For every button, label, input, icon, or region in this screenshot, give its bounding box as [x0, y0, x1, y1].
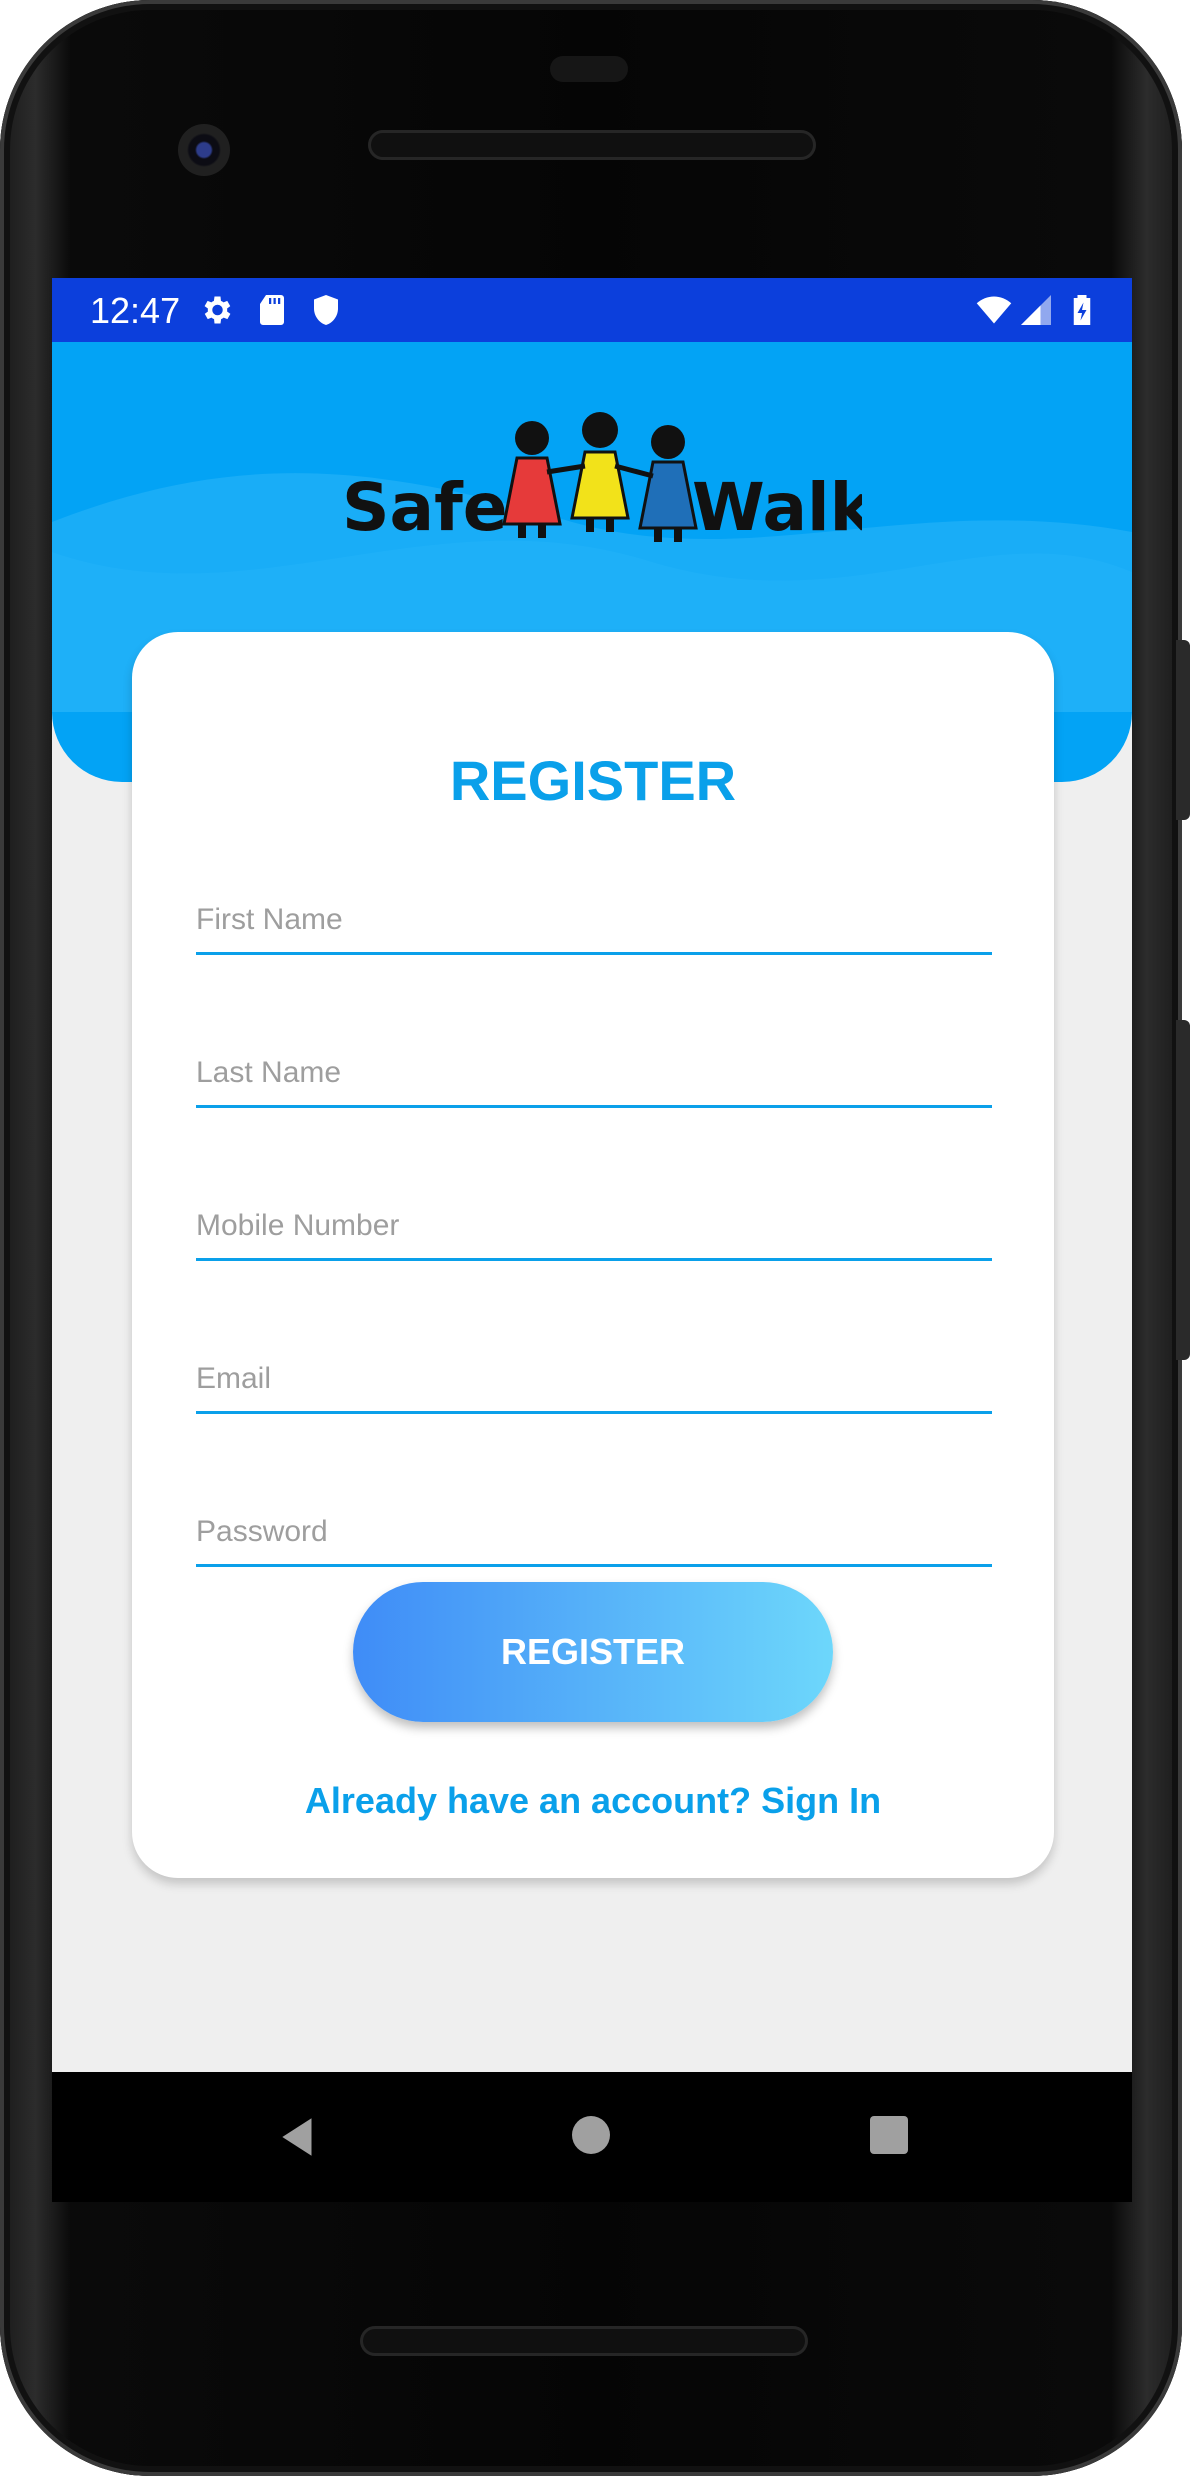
- password-field: [196, 1500, 992, 1570]
- back-icon[interactable]: [274, 2112, 324, 2162]
- sign-in-link[interactable]: Already have an account? Sign In: [132, 1780, 1054, 1822]
- status-bar: 12:47: [52, 278, 1132, 342]
- recents-icon[interactable]: [870, 2116, 908, 2154]
- first-name-field: [196, 888, 992, 958]
- shield-icon: [314, 295, 338, 325]
- app-screen: 12:47 Safe Walk REGISTER First Name Last…: [52, 278, 1132, 2072]
- sensor: [550, 56, 628, 82]
- last-name-field: [196, 1041, 992, 1111]
- battery-charging-icon: [1073, 295, 1091, 325]
- register-button[interactable]: REGISTER: [353, 1582, 833, 1722]
- sd-card-icon: [260, 295, 284, 325]
- safewalk-logo: Safe Walk: [342, 412, 862, 546]
- first-name-input[interactable]: [196, 888, 992, 955]
- email-field: [196, 1347, 992, 1417]
- top-speaker: [368, 130, 816, 160]
- mobile-number-field: [196, 1194, 992, 1264]
- volume-button: [1176, 1020, 1190, 1360]
- password-input[interactable]: [196, 1500, 992, 1567]
- svg-text:Walk: Walk: [692, 469, 862, 546]
- power-button: [1176, 640, 1190, 820]
- email-input[interactable]: [196, 1347, 992, 1414]
- page-title: REGISTER: [449, 749, 737, 812]
- wifi-icon: [976, 296, 1012, 324]
- cell-signal-icon: [1021, 295, 1051, 325]
- navigation-bar: [52, 2072, 1132, 2202]
- front-camera: [178, 124, 230, 176]
- last-name-input[interactable]: [196, 1041, 992, 1108]
- bottom-speaker: [360, 2326, 808, 2356]
- gear-icon: [204, 296, 231, 324]
- mobile-number-input[interactable]: [196, 1194, 992, 1261]
- svg-text:Safe: Safe: [342, 469, 508, 546]
- home-icon[interactable]: [572, 2116, 610, 2154]
- status-time: 12:47: [90, 290, 181, 331]
- phone-frame: 12:47 Safe Walk REGISTER First Name Last…: [0, 0, 1190, 2476]
- register-card: REGISTER REGISTER Already have an accoun…: [132, 632, 1054, 1878]
